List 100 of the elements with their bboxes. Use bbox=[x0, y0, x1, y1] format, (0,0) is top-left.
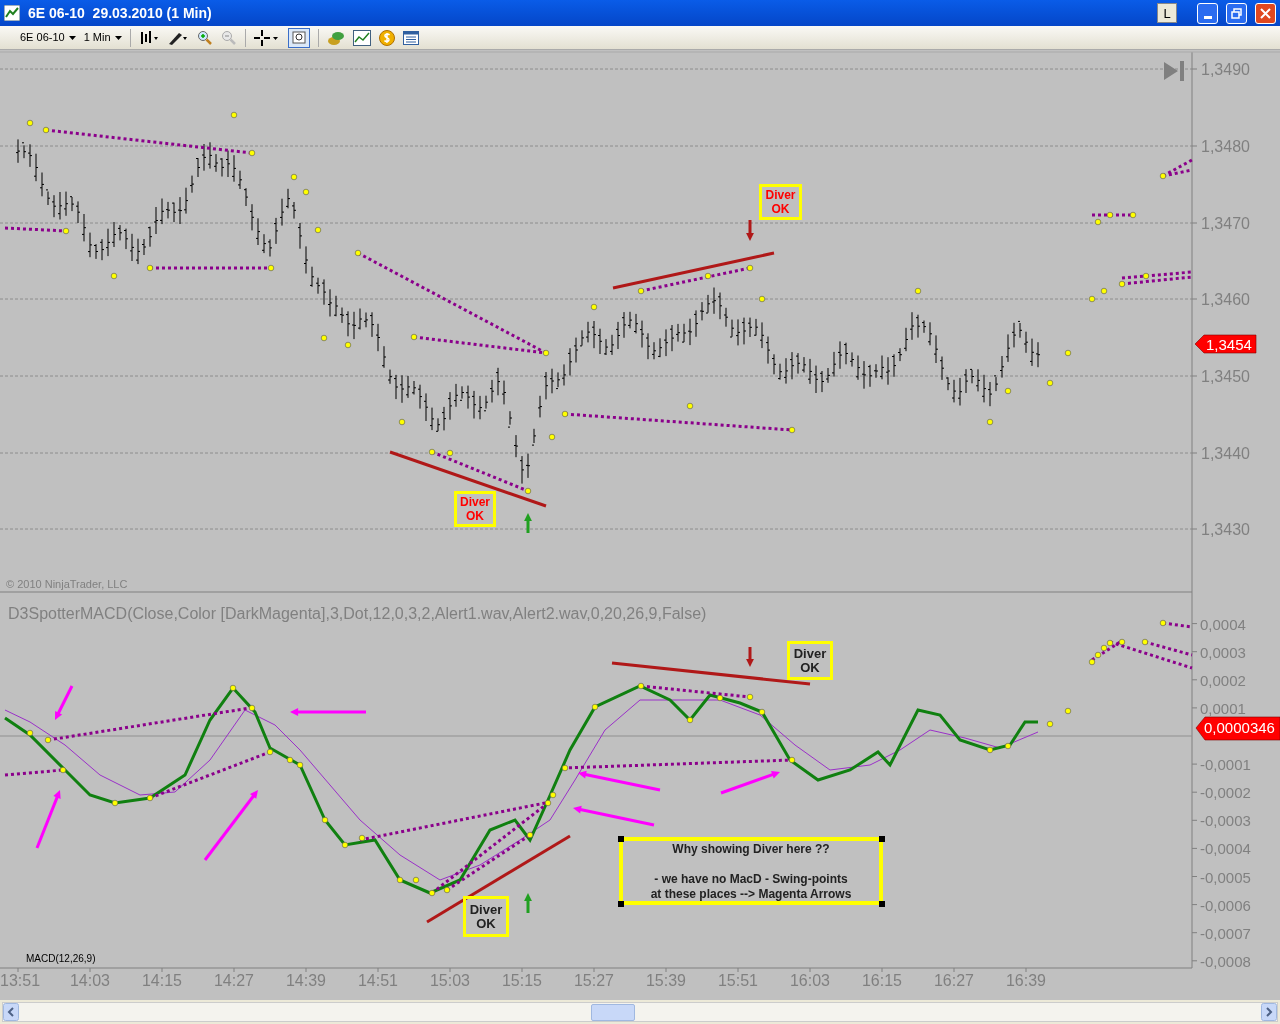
swing-point-dot bbox=[746, 693, 754, 701]
swing-point-dot bbox=[986, 418, 994, 426]
axis-label: 0,0001 bbox=[1200, 699, 1246, 717]
swing-point-dot bbox=[561, 410, 569, 418]
strategy-icon[interactable] bbox=[326, 29, 345, 46]
time-label: 15:15 bbox=[502, 972, 542, 989]
swing-point-dot bbox=[1088, 295, 1096, 303]
swing-point-dot bbox=[637, 682, 645, 690]
annotation-label: Diver OK bbox=[787, 641, 833, 680]
axis-label: -0,0002 bbox=[1200, 784, 1251, 802]
swing-point-dot bbox=[248, 704, 256, 712]
zoom-in-icon[interactable] bbox=[196, 29, 213, 46]
last-value-tag: 0,0000346 bbox=[1195, 716, 1280, 741]
swing-point-dot bbox=[758, 295, 766, 303]
resize-handle[interactable] bbox=[879, 836, 885, 842]
time-label: 16:39 bbox=[1006, 972, 1046, 989]
swing-point-dot bbox=[314, 226, 322, 234]
swing-point-dot bbox=[788, 426, 796, 434]
swing-point-dot bbox=[1094, 218, 1102, 226]
swing-point-dot bbox=[1129, 211, 1137, 219]
swing-point-dot bbox=[410, 333, 418, 341]
resize-handle[interactable] bbox=[618, 836, 624, 842]
down-arrow bbox=[746, 220, 754, 241]
last-price-tag: 1,3454 bbox=[1194, 334, 1257, 354]
swing-point-dot bbox=[591, 703, 599, 711]
time-label: 15:27 bbox=[574, 972, 614, 989]
time-label: 14:15 bbox=[142, 972, 182, 989]
minimize-button[interactable] bbox=[1197, 2, 1218, 24]
swing-point-dot bbox=[1046, 379, 1054, 387]
axis-label: 1,3460 bbox=[1201, 291, 1250, 308]
divergence-line bbox=[1092, 213, 1133, 217]
time-label: 16:27 bbox=[934, 972, 974, 989]
restore-button[interactable] bbox=[1226, 2, 1247, 24]
dollar-coin-icon[interactable] bbox=[378, 29, 395, 46]
up-arrow bbox=[524, 513, 532, 533]
swing-point-dot bbox=[542, 349, 550, 357]
swing-point-dot bbox=[302, 188, 310, 196]
swing-point-dot bbox=[286, 756, 294, 764]
swing-point-dot bbox=[412, 876, 420, 884]
swing-point-dot bbox=[1046, 720, 1054, 728]
close-button[interactable] bbox=[1255, 2, 1276, 24]
swing-point-dot bbox=[267, 264, 275, 272]
swing-point-dot bbox=[44, 736, 52, 744]
indicator-label: MACD(12,26,9) bbox=[26, 953, 96, 964]
horizontal-scrollbar[interactable] bbox=[2, 1002, 1278, 1022]
swing-point-dot bbox=[1004, 387, 1012, 395]
instrument-dropdown[interactable]: 6E 06-10 bbox=[20, 29, 76, 46]
swing-point-dot bbox=[548, 433, 556, 441]
indicator-title: D3SpotterMACD(Close,Color [DarkMagenta],3,Dot,12,0,3,2,Alert1.wav,Alert2.wav,0,20,26,9,False) bbox=[8, 605, 707, 622]
swing-point-dot bbox=[637, 287, 645, 295]
swing-point-dot bbox=[266, 748, 274, 756]
time-label: 16:15 bbox=[862, 972, 902, 989]
axis-label: -0,0005 bbox=[1200, 868, 1251, 886]
l-button[interactable]: L bbox=[1157, 3, 1177, 23]
axis-label: 1,3470 bbox=[1201, 215, 1250, 232]
axis-label: -0,0008 bbox=[1200, 952, 1251, 970]
chart-icon[interactable] bbox=[352, 29, 371, 46]
bar-type-icon[interactable] bbox=[138, 29, 159, 46]
swing-point-dot bbox=[111, 799, 119, 807]
swing-point-dot bbox=[354, 249, 362, 257]
restore-icon bbox=[1231, 7, 1242, 19]
swing-point-dot bbox=[1159, 619, 1167, 627]
resize-handle[interactable] bbox=[618, 901, 624, 907]
swing-point-dot bbox=[1118, 280, 1126, 288]
table-icon[interactable] bbox=[402, 30, 419, 45]
axis-label: 1,3490 bbox=[1201, 61, 1250, 78]
up-arrow bbox=[524, 893, 532, 913]
swing-point-dot bbox=[321, 816, 329, 824]
scrollbar-thumb[interactable] bbox=[591, 1004, 635, 1021]
caret-icon bbox=[68, 35, 76, 40]
data-box-icon[interactable] bbox=[287, 27, 310, 48]
swing-point-dot bbox=[230, 111, 238, 119]
crosshair-icon[interactable] bbox=[253, 29, 280, 46]
pointer-arrow bbox=[720, 771, 780, 795]
note-text: at these places --> Magenta Arrows bbox=[650, 887, 852, 902]
swing-point-dot bbox=[446, 449, 454, 457]
swing-point-dot bbox=[1141, 638, 1149, 646]
axis-label: -0,0006 bbox=[1200, 896, 1251, 914]
scroll-right-icon[interactable] bbox=[1261, 1003, 1277, 1021]
interval-dropdown[interactable]: 1 Min bbox=[83, 29, 122, 46]
swing-point-dot bbox=[914, 287, 922, 295]
axis-label: 0,0002 bbox=[1200, 671, 1246, 689]
swing-point-dot bbox=[62, 227, 70, 235]
swing-point-dot bbox=[1064, 349, 1072, 357]
swing-point-dot bbox=[59, 766, 67, 774]
annotation-label: Diver OK bbox=[454, 491, 496, 527]
time-label: 14:51 bbox=[358, 972, 398, 989]
swing-point-dot bbox=[758, 708, 766, 716]
copyright-text: © 2010 NinjaTrader, LLC bbox=[6, 578, 128, 590]
resize-handle[interactable] bbox=[879, 901, 885, 907]
swing-point-dot bbox=[146, 264, 154, 272]
pointer-arrow bbox=[203, 790, 258, 861]
caret-icon bbox=[114, 35, 122, 40]
annotation-label: Diver OK bbox=[463, 896, 509, 937]
axis-label: -0,0007 bbox=[1200, 924, 1251, 942]
time-label: 14:39 bbox=[286, 972, 326, 989]
swing-point-dot bbox=[428, 889, 436, 897]
scroll-left-icon[interactable] bbox=[3, 1003, 19, 1021]
pointer-arrow bbox=[55, 685, 74, 720]
swing-point-dot bbox=[716, 694, 724, 702]
